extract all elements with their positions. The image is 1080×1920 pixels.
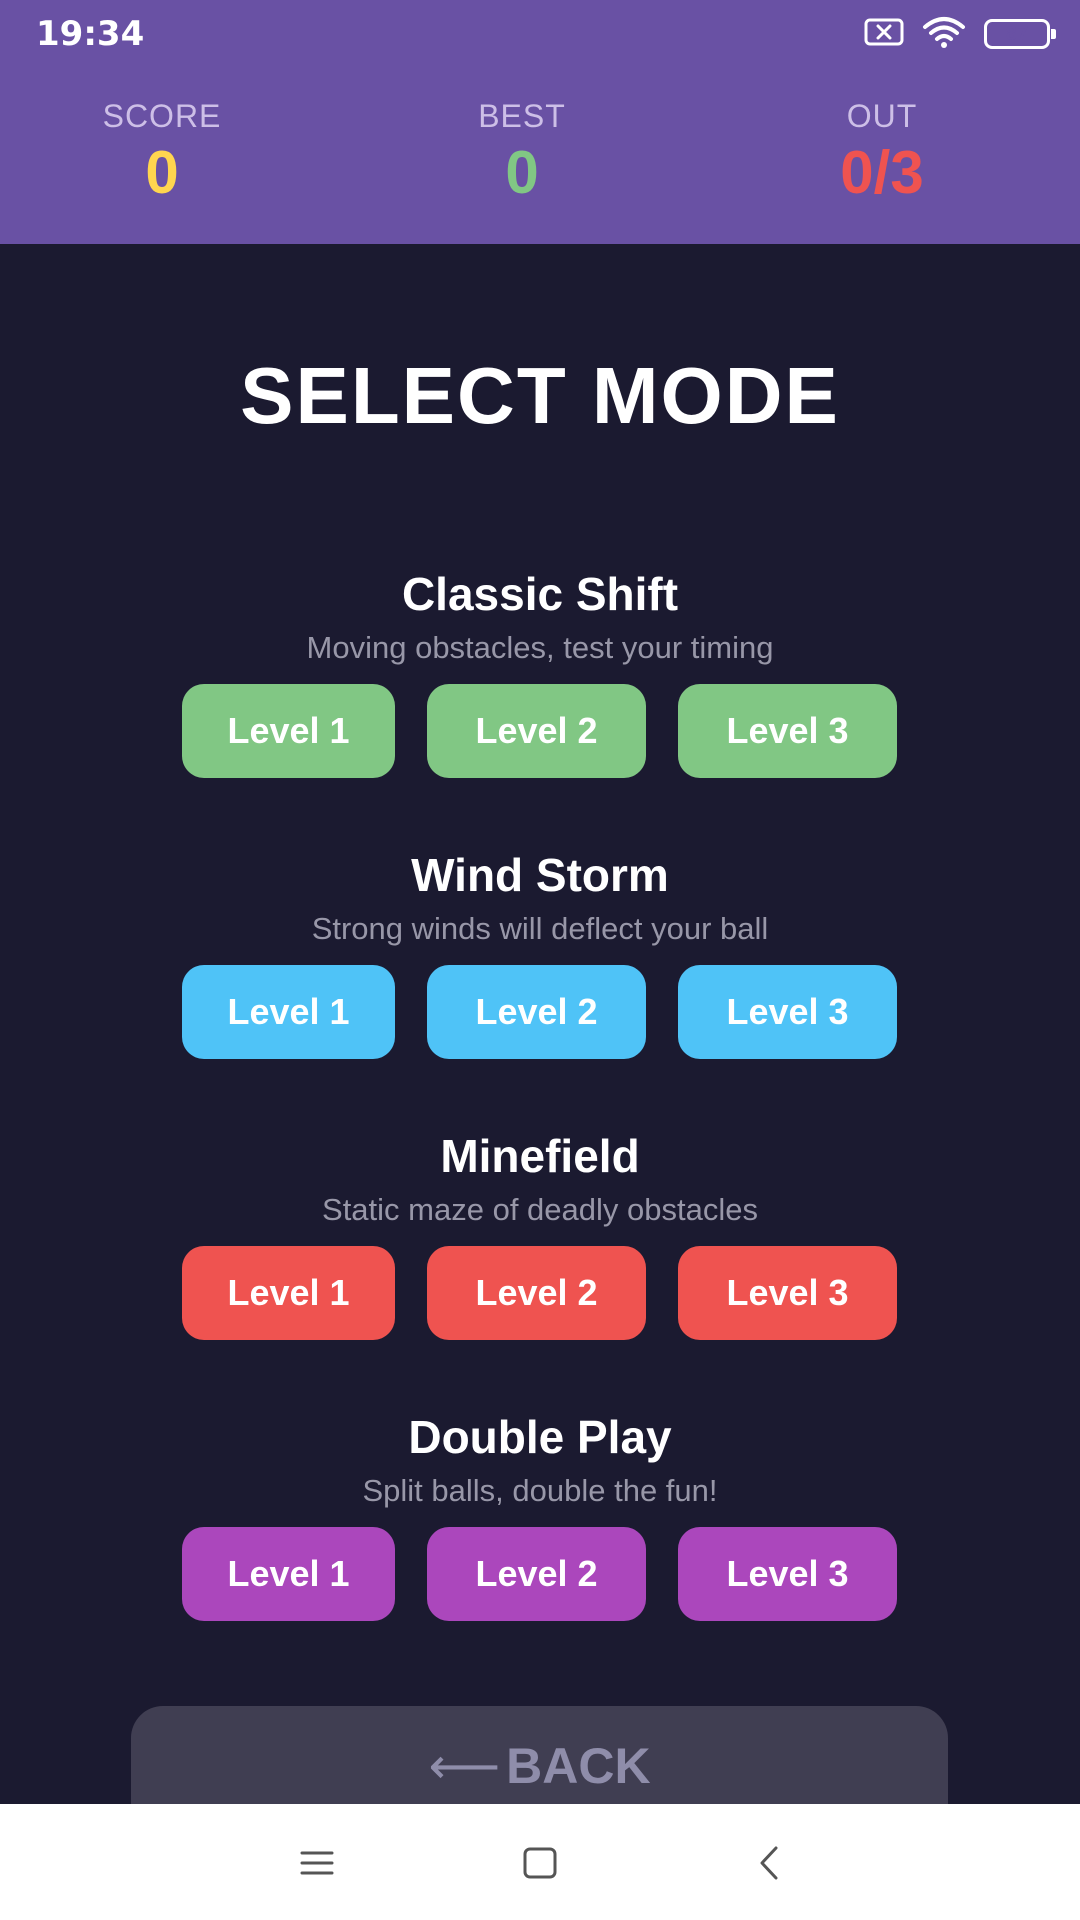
wifi-icon: [922, 15, 966, 54]
app-screen: 19:34 87 SCORE 0 BEST 0 OUT 0/3 SELECT M…: [0, 0, 1080, 1920]
menu-icon[interactable]: [292, 1838, 342, 1888]
mode-description: Strong winds will deflect your ball: [311, 911, 769, 946]
mode-name: Double Play: [408, 1411, 672, 1463]
mode-minefield: Minefield Static maze of deadly obstacle…: [0, 1128, 1080, 1340]
battery-icon: 87: [984, 19, 1056, 49]
score-label: SCORE: [102, 98, 222, 134]
level-buttons: Level 1 Level 2 Level 3: [0, 965, 1080, 1059]
mode-name: Wind Storm: [411, 849, 669, 901]
wind-storm-level-1-button[interactable]: Level 1: [182, 965, 395, 1059]
stats-row: SCORE 0 BEST 0 OUT 0/3: [0, 96, 1080, 208]
mode-classic-shift: Classic Shift Moving obstacles, test you…: [0, 566, 1080, 778]
sim-blocked-icon: [864, 18, 904, 51]
minefield-level-3-button[interactable]: Level 3: [678, 1246, 897, 1340]
page-title: SELECT MODE: [240, 351, 840, 440]
back-chevron-icon[interactable]: [745, 1838, 795, 1888]
system-nav-bar: [0, 1804, 1080, 1920]
mode-description: Moving obstacles, test your timing: [306, 630, 774, 665]
mode-double-play: Double Play Split balls, double the fun!…: [0, 1409, 1080, 1621]
minefield-level-1-button[interactable]: Level 1: [182, 1246, 395, 1340]
status-icons: 87: [846, 15, 1056, 54]
level-buttons: Level 1 Level 2 Level 3: [0, 1527, 1080, 1621]
minefield-level-2-button[interactable]: Level 2: [427, 1246, 646, 1340]
double-play-level-2-button[interactable]: Level 2: [427, 1527, 646, 1621]
best-label: BEST: [478, 98, 566, 134]
home-square-icon[interactable]: [515, 1838, 565, 1888]
mode-name: Minefield: [440, 1130, 640, 1182]
out-value: 0/3: [840, 139, 924, 206]
wind-storm-level-2-button[interactable]: Level 2: [427, 965, 646, 1059]
double-play-level-1-button[interactable]: Level 1: [182, 1527, 395, 1621]
mode-description: Static maze of deadly obstacles: [322, 1192, 758, 1227]
level-buttons: Level 1 Level 2 Level 3: [0, 684, 1080, 778]
classic-shift-level-3-button[interactable]: Level 3: [678, 684, 897, 778]
best-value: 0: [505, 139, 539, 206]
status-bar: 19:34 87: [0, 0, 1080, 68]
score-value: 0: [145, 139, 179, 206]
score-stat: SCORE 0: [0, 96, 342, 208]
out-label: OUT: [846, 98, 918, 134]
double-play-level-3-button[interactable]: Level 3: [678, 1527, 897, 1621]
out-stat: OUT 0/3: [702, 96, 1062, 208]
battery-percent: 87: [1005, 23, 1029, 45]
mode-name: Classic Shift: [401, 568, 679, 620]
classic-shift-level-2-button[interactable]: Level 2: [427, 684, 646, 778]
header: 19:34 87 SCORE 0 BEST 0 OUT 0/3: [0, 0, 1080, 244]
mode-description: Split balls, double the fun!: [362, 1473, 718, 1508]
status-time: 19:34: [36, 14, 145, 54]
back-label: BACK: [506, 1738, 651, 1794]
level-buttons: Level 1 Level 2 Level 3: [0, 1246, 1080, 1340]
back-arrow-icon: ⟵: [428, 1738, 501, 1794]
best-stat: BEST 0: [342, 96, 702, 208]
classic-shift-level-1-button[interactable]: Level 1: [182, 684, 395, 778]
wind-storm-level-3-button[interactable]: Level 3: [678, 965, 897, 1059]
mode-wind-storm: Wind Storm Strong winds will deflect you…: [0, 847, 1080, 1059]
